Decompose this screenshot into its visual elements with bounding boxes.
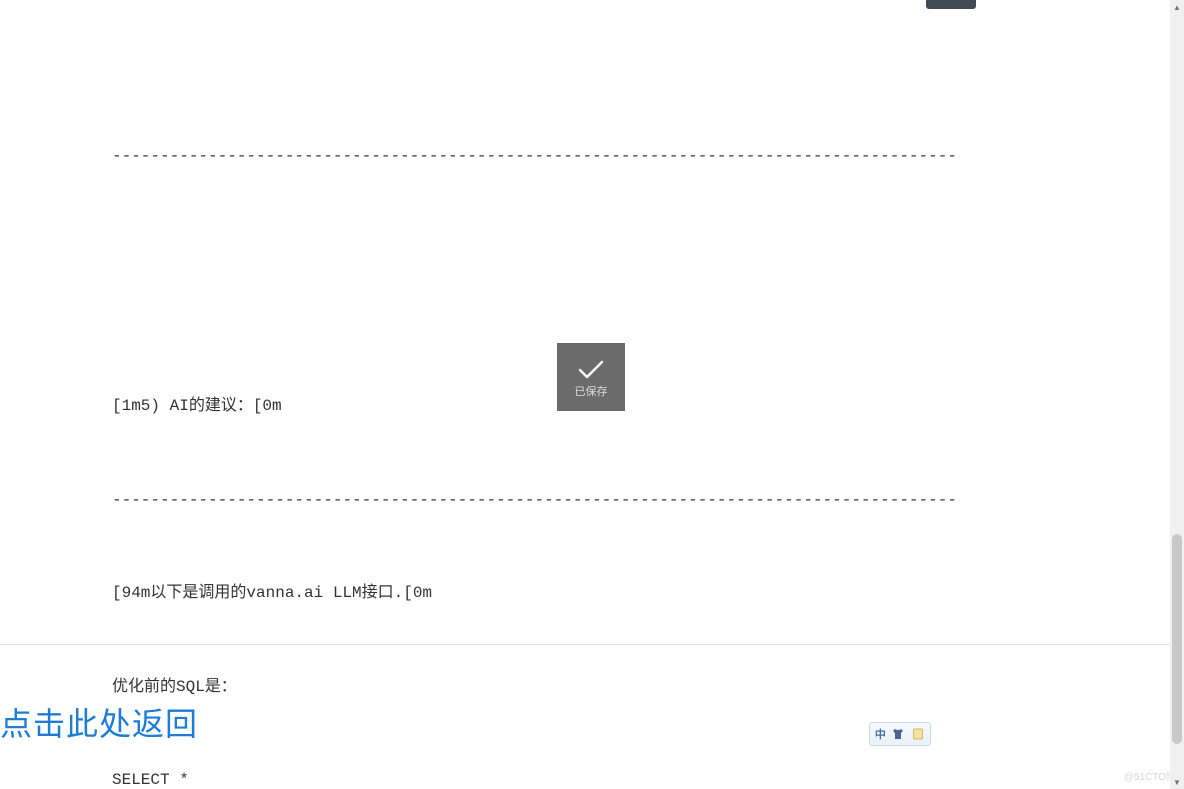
code-line: SELECT * <box>112 765 1057 789</box>
code-line <box>112 62 1057 78</box>
ime-lang-label[interactable]: 中 <box>875 726 886 742</box>
saved-toast: 已保存 <box>557 343 625 411</box>
vertical-scrollbar[interactable]: ▲ ▼ <box>1170 0 1184 789</box>
code-line: 优化前的SQL是： <box>112 672 1057 703</box>
ime-note-icon[interactable] <box>911 727 925 741</box>
ime-toolbar[interactable]: 中 <box>869 722 931 746</box>
watermark: @51CTO博 <box>1124 768 1176 783</box>
scroll-thumb[interactable] <box>1172 534 1182 744</box>
back-link[interactable]: 点击此处返回 <box>0 699 198 745</box>
scroll-down-icon[interactable]: ▼ <box>1170 775 1184 789</box>
ime-shirt-icon[interactable] <box>891 727 905 741</box>
code-line: [94m以下是调用的vanna.ai LLM接口.[0m <box>112 578 1057 609</box>
check-icon <box>577 360 605 380</box>
scroll-track[interactable] <box>1170 14 1184 775</box>
code-line <box>112 313 1057 329</box>
code-line: ----------------------------------------… <box>112 485 1057 516</box>
code-line: ----------------------------------------… <box>112 141 1057 172</box>
scroll-up-icon[interactable]: ▲ <box>1170 0 1184 14</box>
code-line <box>112 234 1057 250</box>
toast-label: 已保存 <box>575 383 608 399</box>
section-divider <box>0 644 1180 645</box>
